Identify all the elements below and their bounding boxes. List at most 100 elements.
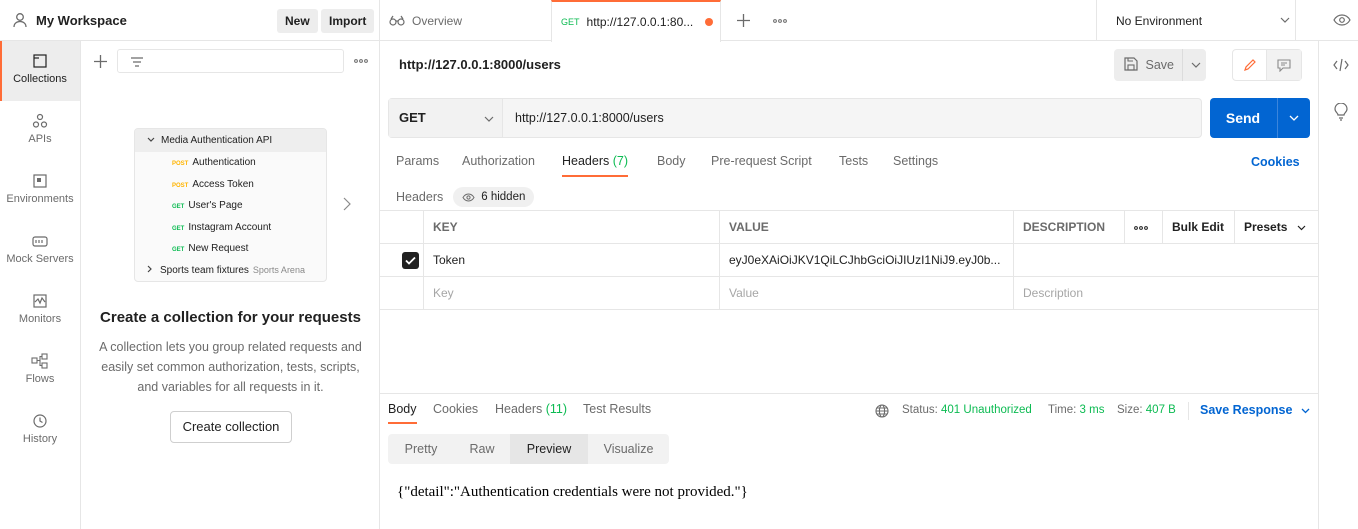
more-options-icon bbox=[1134, 225, 1148, 230]
more-tabs-icon[interactable] bbox=[773, 19, 787, 23]
tab-params[interactable]: Params bbox=[396, 145, 439, 177]
more-options-icon[interactable] bbox=[354, 59, 368, 63]
rail-item-flows[interactable]: Flows bbox=[0, 341, 80, 401]
url-input[interactable]: http://127.0.0.1:8000/users bbox=[503, 99, 664, 137]
bulk-edit-button[interactable]: Bulk Edit bbox=[1162, 211, 1234, 243]
import-button[interactable]: Import bbox=[321, 9, 375, 33]
tab-overview[interactable]: Overview bbox=[380, 0, 552, 41]
table-row-empty: Key Value Description bbox=[380, 277, 1318, 310]
hidden-headers-toggle[interactable]: 6 hidden bbox=[453, 187, 535, 207]
right-utility-bar bbox=[1318, 41, 1358, 529]
cookies-link[interactable]: Cookies bbox=[1251, 155, 1300, 169]
filter-input[interactable] bbox=[117, 49, 344, 73]
postman-app: My Workspace New Import Collections APIs… bbox=[0, 0, 1358, 529]
request-name: http://127.0.0.1:8000/users bbox=[399, 57, 561, 72]
empty-state-heading: Create a collection for your requests bbox=[100, 309, 361, 326]
rail-item-collections[interactable]: Collections bbox=[0, 41, 80, 101]
illustration-request: GET New Request bbox=[172, 243, 249, 255]
table-row: Token eyJ0eXAiOiJKV1QiLCJhbGciOiJIUzI1Ni… bbox=[380, 244, 1318, 277]
rail-label: Monitors bbox=[18, 313, 62, 325]
view-pretty[interactable]: Pretty bbox=[388, 434, 454, 464]
chevron-down-icon[interactable] bbox=[1191, 62, 1201, 68]
unsaved-dot bbox=[705, 18, 714, 26]
size-value: 407 B bbox=[1145, 404, 1176, 416]
rail-label: Flows bbox=[25, 373, 55, 385]
response-tab-headers[interactable]: Headers (11) bbox=[495, 402, 567, 416]
chevron-right-icon bbox=[343, 197, 351, 211]
response-tab-test-results[interactable]: Test Results bbox=[583, 402, 651, 416]
apis-icon bbox=[32, 113, 48, 128]
method-select[interactable]: GET bbox=[389, 99, 503, 137]
headers-count: (7) bbox=[612, 154, 629, 168]
rail-item-apis[interactable]: APIs bbox=[0, 101, 80, 161]
user-icon bbox=[13, 13, 27, 28]
rail-label: Collections bbox=[13, 73, 67, 85]
new-description-input[interactable]: Description bbox=[1013, 277, 1318, 309]
headers-label: Headers bbox=[396, 190, 444, 204]
response-panel: Body Cookies Headers (11) Test Results S… bbox=[380, 393, 1318, 529]
rail-item-monitors[interactable]: Monitors bbox=[0, 281, 80, 341]
globe-icon[interactable] bbox=[875, 404, 889, 418]
rail-label: APIs bbox=[28, 133, 52, 145]
header-value-cell[interactable]: eyJ0eXAiOiJKV1QiLCJhbGciOiJIUzI1NiJ9.eyJ… bbox=[719, 244, 1013, 276]
column-description: DESCRIPTION bbox=[1013, 211, 1124, 243]
comments-button[interactable] bbox=[1267, 50, 1301, 80]
chevron-down-icon bbox=[1289, 115, 1299, 121]
create-collection-button[interactable]: Create collection bbox=[170, 411, 292, 443]
chevron-down-icon bbox=[1301, 408, 1310, 414]
checkmark-icon bbox=[405, 256, 416, 265]
method-label: GET bbox=[399, 110, 426, 125]
illustration-request: POST Authentication bbox=[172, 157, 256, 168]
send-options-button[interactable] bbox=[1277, 98, 1310, 138]
column-key: KEY bbox=[423, 211, 719, 243]
view-visualize[interactable]: Visualize bbox=[588, 434, 669, 464]
response-time: Time: 3 ms bbox=[1048, 404, 1105, 416]
send-button[interactable]: Send bbox=[1210, 98, 1310, 138]
presets-dropdown[interactable]: Presets bbox=[1234, 211, 1318, 243]
chevron-down-icon bbox=[1280, 17, 1290, 23]
header-key-cell[interactable]: Token bbox=[423, 244, 719, 276]
flows-icon bbox=[31, 353, 48, 369]
table-more-button[interactable] bbox=[1124, 211, 1162, 243]
environment-select[interactable]: No Environment bbox=[1096, 0, 1296, 41]
headers-table: KEY VALUE DESCRIPTION Bulk Edit Presets … bbox=[380, 210, 1318, 310]
code-icon[interactable] bbox=[1333, 58, 1349, 72]
illustration-footer: Sports team fixtures Sports Arena bbox=[135, 260, 326, 281]
edit-mode-button[interactable] bbox=[1233, 50, 1267, 80]
tab-body[interactable]: Body bbox=[657, 145, 686, 177]
response-body: {"detail":"Authentication credentials we… bbox=[397, 484, 748, 500]
url-bar: GET http://127.0.0.1:8000/users bbox=[388, 98, 1202, 138]
headers-subheader: Headers 6 hidden bbox=[396, 187, 535, 207]
tab-tests[interactable]: Tests bbox=[839, 145, 868, 177]
save-label: Save bbox=[1145, 58, 1174, 72]
row-enabled-checkbox[interactable] bbox=[402, 252, 419, 269]
tab-settings[interactable]: Settings bbox=[893, 145, 938, 177]
header-description-cell[interactable] bbox=[1013, 244, 1318, 276]
new-value-input[interactable]: Value bbox=[719, 277, 1013, 309]
new-key-input[interactable]: Key bbox=[423, 277, 719, 309]
new-button[interactable]: New bbox=[277, 9, 318, 33]
illustration-request: GET Instagram Account bbox=[172, 221, 272, 233]
view-preview[interactable]: Preview bbox=[510, 434, 588, 464]
rail-label: History bbox=[22, 433, 58, 445]
new-tab-icon[interactable] bbox=[737, 14, 750, 27]
response-tab-cookies[interactable]: Cookies bbox=[433, 402, 478, 416]
tab-pre-request-script[interactable]: Pre-request Script bbox=[711, 145, 812, 177]
lightbulb-icon[interactable] bbox=[1334, 103, 1348, 121]
eye-icon[interactable] bbox=[1333, 14, 1351, 26]
view-raw[interactable]: Raw bbox=[454, 434, 510, 464]
rail-item-history[interactable]: History bbox=[0, 401, 80, 461]
workspace-header: My Workspace New Import bbox=[0, 0, 380, 41]
rail-item-environments[interactable]: Environments bbox=[0, 161, 80, 221]
tab-bar: Overview GET http://127.0.0.1:80... No E… bbox=[380, 0, 1358, 42]
tab-request[interactable]: GET http://127.0.0.1:80... bbox=[551, 0, 721, 42]
response-tab-body[interactable]: Body bbox=[388, 402, 417, 424]
tab-headers[interactable]: Headers (7) bbox=[562, 145, 629, 177]
save-button[interactable]: Save bbox=[1114, 49, 1206, 81]
request-editor: http://127.0.0.1:8000/users Save GET htt… bbox=[380, 41, 1318, 529]
plus-icon[interactable] bbox=[94, 55, 107, 68]
save-response-button[interactable]: Save Response bbox=[1200, 403, 1310, 417]
save-icon bbox=[1124, 57, 1138, 71]
tab-authorization[interactable]: Authorization bbox=[462, 145, 535, 177]
rail-item-mock-servers[interactable]: Mock Servers bbox=[0, 221, 80, 281]
